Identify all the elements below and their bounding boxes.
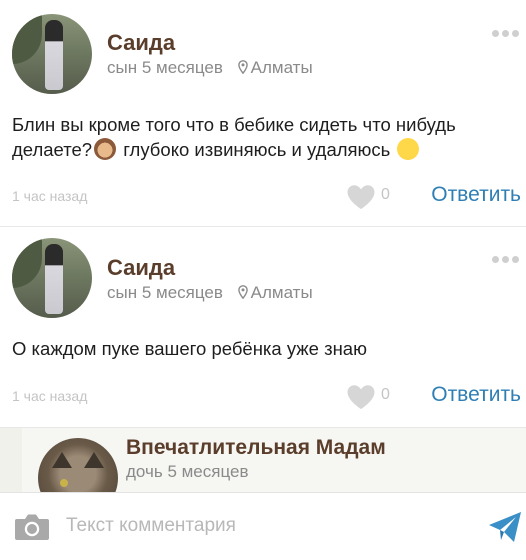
more-dots-icon[interactable] [492, 250, 522, 263]
avatar[interactable] [12, 14, 92, 94]
child-age: сын 5 месяцев [107, 58, 223, 77]
child-age: сын 5 месяцев [107, 283, 223, 302]
like-count: 0 [381, 386, 390, 403]
blush-emoji-icon [397, 138, 420, 160]
comments-screen: Саида сын 5 месяцев Алматы Блин вы кроме… [0, 0, 526, 560]
reply-button[interactable]: Ответить [431, 183, 521, 207]
heart-icon[interactable] [346, 384, 376, 410]
avatar[interactable] [38, 438, 118, 492]
avatar[interactable] [12, 238, 92, 318]
author-meta: сын 5 месяцев Алматы [107, 58, 313, 78]
send-icon[interactable] [488, 511, 522, 543]
camera-icon[interactable] [14, 511, 50, 541]
comment-text: О каждом пуке вашего ребёнка уже знаю [12, 338, 367, 359]
city: Алматы [250, 283, 313, 302]
author-meta: сын 5 месяцев Алматы [107, 283, 313, 303]
comment-time: 1 час назад [12, 388, 88, 404]
reply-button[interactable]: Ответить [431, 383, 521, 407]
like-count: 0 [381, 186, 390, 203]
more-dots-icon[interactable] [492, 24, 522, 37]
author-name[interactable]: Саида [107, 255, 175, 281]
comment-input[interactable] [64, 509, 468, 543]
reply-item: Впечатлительная Мадам дочь 5 месяцев [0, 428, 526, 492]
comment-item: Саида сын 5 месяцев Алматы Блин вы кроме… [0, 0, 526, 227]
heart-icon[interactable] [346, 184, 376, 210]
author-name[interactable]: Впечатлительная Мадам [126, 436, 386, 460]
comment-text: Блин вы кроме того что в бебике сидеть ч… [12, 114, 456, 160]
comment-input-bar [0, 492, 526, 560]
child-age: дочь 5 месяцев [126, 462, 249, 481]
city: Алматы [250, 58, 313, 77]
location-pin-icon [237, 285, 248, 299]
monkey-emoji-icon [94, 138, 117, 160]
author-name[interactable]: Саида [107, 30, 175, 56]
comment-item: Саида сын 5 месяцев Алматы О каждом пуке… [0, 227, 526, 428]
comment-time: 1 час назад [12, 188, 88, 204]
location-pin-icon [237, 60, 248, 74]
